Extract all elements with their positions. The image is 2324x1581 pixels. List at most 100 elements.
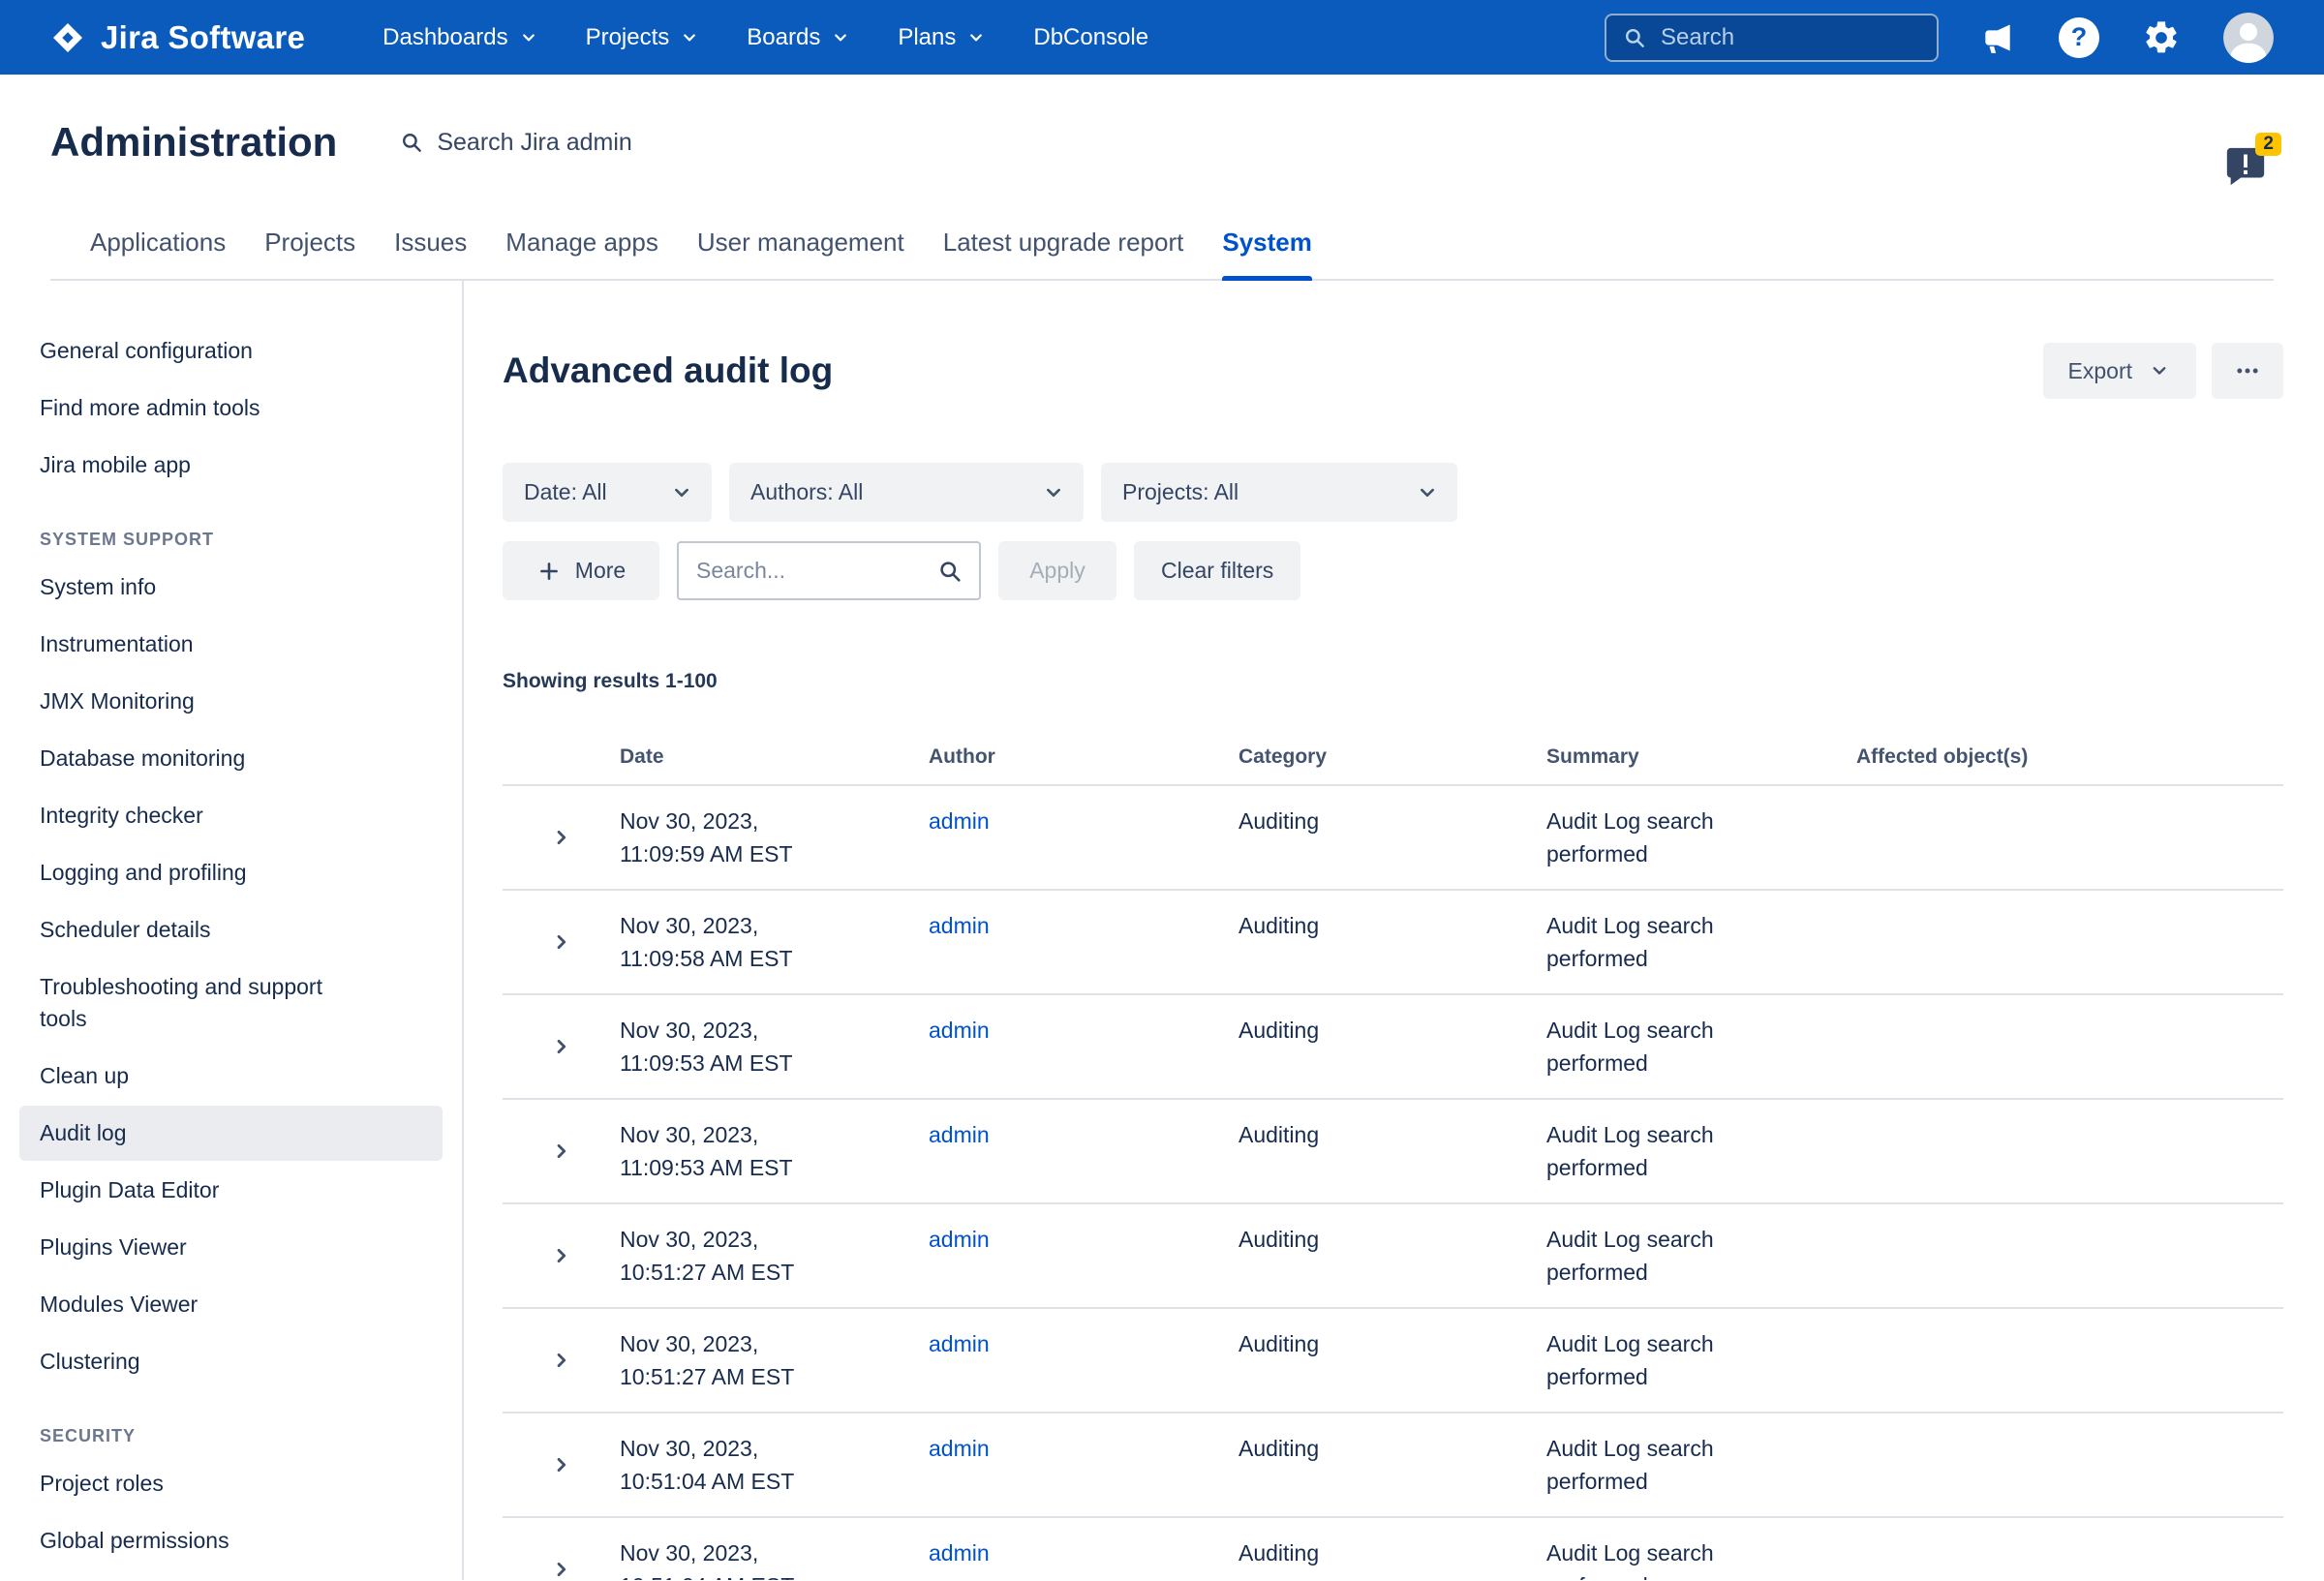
- expand-row-icon[interactable]: [549, 1243, 574, 1268]
- row-summary: Audit Log search performed: [1546, 1414, 1789, 1516]
- jira-logo-icon: [50, 20, 85, 55]
- sidebar-item[interactable]: JMX Monitoring: [19, 674, 443, 729]
- row-category: Auditing: [1238, 995, 1546, 1098]
- projects-filter-dropdown[interactable]: Projects: All: [1101, 463, 1457, 522]
- chevron-down-icon: [965, 27, 987, 48]
- row-date: Nov 30, 2023, 11:09:53 AM EST: [620, 1100, 929, 1202]
- expand-column-spacer: [503, 736, 620, 784]
- top-nav-item[interactable]: Projects: [586, 24, 701, 51]
- admin-tabs-bar: Applications Projects Issues Manage apps…: [50, 228, 2274, 281]
- search-icon: [1622, 25, 1647, 50]
- sidebar-item[interactable]: General configuration: [19, 323, 443, 379]
- sidebar-item[interactable]: Integrity checker: [19, 788, 443, 843]
- table-row: Nov 30, 2023, 11:09:53 AM EST admin Audi…: [503, 995, 2283, 1100]
- top-nav-item[interactable]: Boards: [747, 24, 851, 51]
- author-link[interactable]: admin: [929, 913, 990, 938]
- row-category: Auditing: [1238, 1100, 1546, 1202]
- admin-header: Administration Search Jira admin 2 Appli…: [0, 75, 2324, 281]
- sidebar-item[interactable]: Project roles: [19, 1456, 443, 1511]
- row-category: Auditing: [1238, 1518, 1546, 1580]
- search-icon[interactable]: [936, 558, 963, 585]
- sidebar-item[interactable]: Troubleshooting and support tools: [19, 959, 443, 1047]
- table-row: Nov 30, 2023, 11:09:53 AM EST admin Audi…: [503, 1100, 2283, 1204]
- apply-button[interactable]: Apply: [998, 541, 1116, 600]
- admin-tab[interactable]: Applications: [90, 228, 226, 279]
- table-row: Nov 30, 2023, 11:09:58 AM EST admin Audi…: [503, 891, 2283, 995]
- row-summary: Audit Log search performed: [1546, 1518, 1789, 1580]
- authors-filter-dropdown[interactable]: Authors: All: [729, 463, 1084, 522]
- row-affected-objects: [1856, 1518, 2283, 1580]
- chevron-down-icon: [1415, 480, 1440, 505]
- expand-row-icon[interactable]: [549, 1139, 574, 1164]
- row-category: Auditing: [1238, 1309, 1546, 1412]
- sidebar-item[interactable]: Jira mobile app: [19, 438, 443, 493]
- admin-tab[interactable]: System: [1222, 228, 1312, 279]
- sidebar-group-security: Project roles Global permissions: [0, 1456, 462, 1568]
- row-date: Nov 30, 2023, 10:51:27 AM EST: [620, 1204, 929, 1307]
- top-nav-icons: ?: [1979, 13, 2274, 63]
- admin-tab[interactable]: Issues: [394, 228, 467, 279]
- sidebar-item[interactable]: Instrumentation: [19, 617, 443, 672]
- author-link[interactable]: admin: [929, 1122, 990, 1147]
- help-icon[interactable]: ?: [2059, 17, 2099, 58]
- table-row: Nov 30, 2023, 10:51:27 AM EST admin Audi…: [503, 1204, 2283, 1309]
- sidebar-item[interactable]: Clustering: [19, 1334, 443, 1389]
- row-affected-objects: [1856, 891, 2283, 993]
- sidebar-item[interactable]: Logging and profiling: [19, 845, 443, 900]
- audit-log-table: Date Author Category Summary Affected ob…: [503, 736, 2283, 1580]
- sidebar-item[interactable]: Clean up: [19, 1049, 443, 1104]
- expand-row-icon[interactable]: [549, 825, 574, 850]
- author-link[interactable]: admin: [929, 1018, 990, 1043]
- expand-row-icon[interactable]: [549, 929, 574, 955]
- top-nav-item[interactable]: DbConsole: [1033, 24, 1148, 51]
- expand-row-icon[interactable]: [549, 1452, 574, 1477]
- row-affected-objects: [1856, 995, 2283, 1098]
- admin-tab[interactable]: Latest upgrade report: [943, 228, 1184, 279]
- author-link[interactable]: admin: [929, 1331, 990, 1356]
- global-search-input[interactable]: [1661, 24, 1921, 51]
- expand-row-icon[interactable]: [549, 1034, 574, 1059]
- audit-search-input[interactable]: [696, 558, 927, 584]
- sidebar-item[interactable]: System info: [19, 560, 443, 615]
- admin-tab[interactable]: Projects: [264, 228, 355, 279]
- announcement-megaphone-icon[interactable]: [1979, 19, 2016, 56]
- sidebar-item[interactable]: Plugins Viewer: [19, 1220, 443, 1275]
- admin-search-link[interactable]: Search Jira admin: [399, 129, 631, 157]
- table-body: Nov 30, 2023, 11:09:59 AM EST admin Audi…: [503, 786, 2283, 1580]
- expand-row-icon[interactable]: [549, 1348, 574, 1373]
- global-search[interactable]: [1605, 14, 1939, 62]
- sidebar-item[interactable]: Scheduler details: [19, 902, 443, 958]
- jira-brand[interactable]: Jira Software: [50, 19, 305, 56]
- row-affected-objects: [1856, 786, 2283, 889]
- more-actions-button[interactable]: [2212, 343, 2283, 399]
- author-link[interactable]: admin: [929, 1436, 990, 1461]
- author-link[interactable]: admin: [929, 1227, 990, 1252]
- sidebar-item[interactable]: Plugin Data Editor: [19, 1163, 443, 1218]
- row-author: admin: [929, 1309, 1238, 1412]
- more-filters-button[interactable]: More: [503, 541, 659, 600]
- date-filter-dropdown[interactable]: Date: All: [503, 463, 712, 522]
- top-nav-item[interactable]: Plans: [898, 24, 987, 51]
- admin-tab[interactable]: Manage apps: [505, 228, 658, 279]
- clear-filters-button[interactable]: Clear filters: [1134, 541, 1300, 600]
- sidebar-item[interactable]: Global permissions: [19, 1513, 443, 1568]
- expand-row-icon[interactable]: [549, 1557, 574, 1580]
- sidebar-group-system-support: System info Instrumentation JMX Monitori…: [0, 560, 462, 1389]
- sidebar-item[interactable]: Audit log: [19, 1106, 443, 1161]
- top-nav-item[interactable]: Dashboards: [382, 24, 538, 51]
- author-link[interactable]: admin: [929, 1540, 990, 1566]
- export-button[interactable]: Export: [2043, 343, 2196, 399]
- gear-icon[interactable]: [2142, 18, 2181, 57]
- row-affected-objects: [1856, 1100, 2283, 1202]
- sidebar-item[interactable]: Database monitoring: [19, 731, 443, 786]
- table-header-row: Date Author Category Summary Affected ob…: [503, 736, 2283, 786]
- feedback-button[interactable]: 2: [2223, 144, 2268, 189]
- row-author: admin: [929, 1100, 1238, 1202]
- chevron-down-icon: [518, 27, 539, 48]
- user-avatar[interactable]: [2223, 13, 2274, 63]
- author-link[interactable]: admin: [929, 808, 990, 834]
- sidebar-item[interactable]: Find more admin tools: [19, 380, 443, 436]
- admin-tab[interactable]: User management: [697, 228, 904, 279]
- chevron-down-icon: [669, 480, 694, 505]
- sidebar-item[interactable]: Modules Viewer: [19, 1277, 443, 1332]
